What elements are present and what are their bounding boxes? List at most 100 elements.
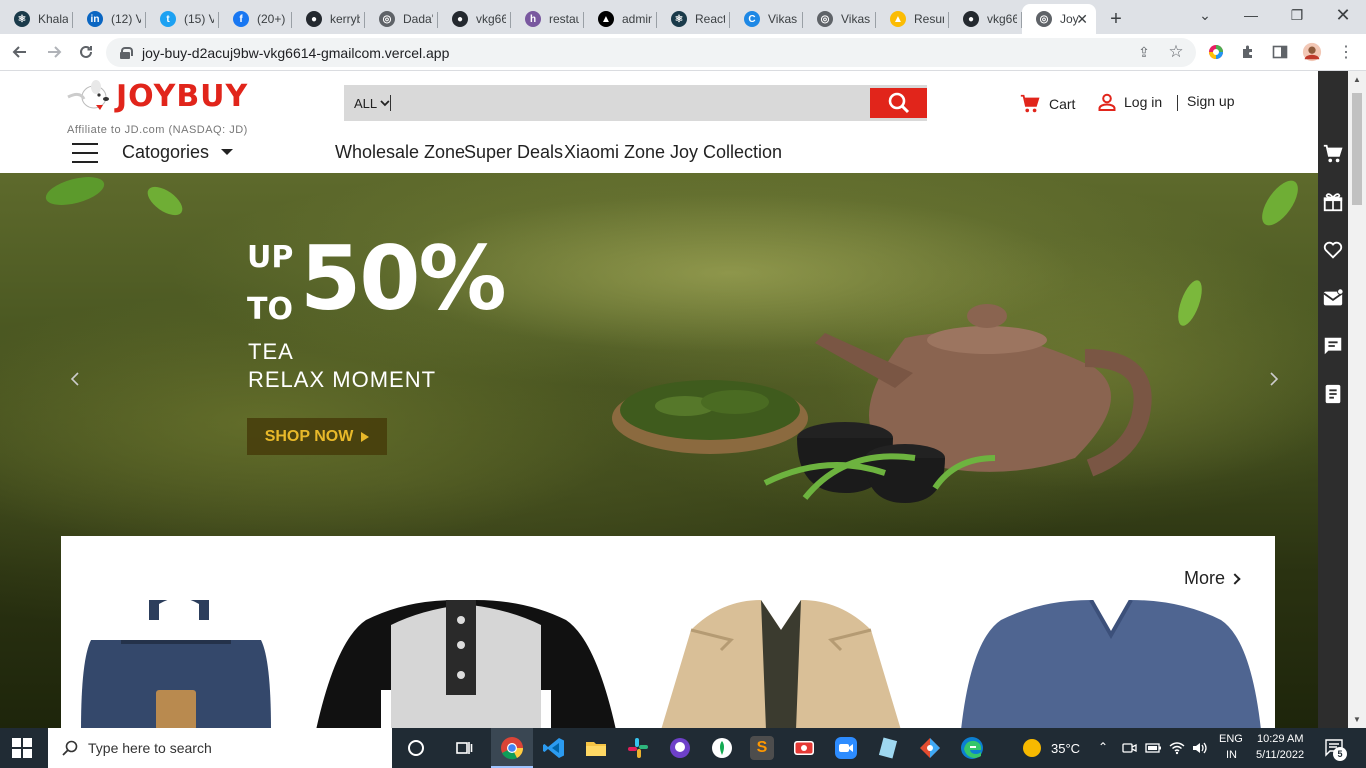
bookmark-star-icon[interactable]: ☆ — [1166, 42, 1186, 62]
meet-now-icon[interactable] — [1121, 740, 1137, 756]
side-panel-icon[interactable] — [1270, 42, 1290, 62]
signup-link[interactable]: Sign up — [1187, 93, 1234, 109]
heart-icon[interactable] — [1322, 239, 1344, 261]
document-icon[interactable] — [1322, 383, 1344, 405]
browser-tab[interactable]: ◎ Joy ✕ — [1022, 4, 1096, 34]
notification-center-icon[interactable]: 5 — [1324, 737, 1347, 761]
tab-title: Vikas — [768, 12, 798, 26]
page-scrollbar[interactable]: ▲ ▼ — [1348, 71, 1366, 728]
new-tab-button[interactable]: + — [1096, 4, 1136, 34]
nav-joy-collection[interactable]: Joy Collection — [670, 142, 782, 163]
carousel-prev-button[interactable] — [65, 369, 85, 389]
browser-tab[interactable]: ● vkg66 — [438, 4, 511, 34]
chrome-icon[interactable] — [500, 736, 524, 760]
search-category-select[interactable]: ALL — [344, 96, 390, 111]
language-primary[interactable]: ENG — [1219, 733, 1243, 745]
weather-temp[interactable]: 35°C — [1051, 741, 1080, 756]
tray-overflow-chevron-icon[interactable]: ⌃ — [1098, 740, 1108, 754]
browser-menu-icon[interactable]: ⋮ — [1336, 42, 1356, 62]
quick-access-sidebar — [1318, 71, 1348, 728]
product-vneck-shirt[interactable] — [961, 600, 1261, 728]
wifi-icon[interactable] — [1168, 740, 1186, 756]
minimize-button[interactable]: — — [1228, 0, 1274, 30]
scroll-down-arrow-icon[interactable]: ▼ — [1353, 715, 1361, 724]
extensions-puzzle-icon[interactable] — [1238, 42, 1258, 62]
tab-search-icon[interactable]: ⌄ — [1182, 0, 1228, 30]
product-jacket[interactable] — [661, 600, 901, 728]
forward-arrow-icon — [48, 46, 62, 58]
browser-tab[interactable]: ▲ admin — [584, 4, 657, 34]
search-button[interactable] — [870, 88, 927, 118]
edge-icon[interactable] — [960, 736, 984, 760]
zoom-icon[interactable] — [834, 736, 858, 760]
language-region[interactable]: IN — [1226, 749, 1237, 761]
category-nav: Catogories Wholesale Zone Super Deals Xi… — [0, 135, 1318, 173]
browser-tab[interactable]: ▲ Resum — [876, 4, 949, 34]
tab-close-icon[interactable]: ✕ — [1076, 11, 1088, 28]
browser-tab[interactable]: ◎ Dada's — [365, 4, 438, 34]
scroll-up-arrow-icon[interactable]: ▲ — [1353, 75, 1361, 84]
product-raglan-shirt[interactable] — [306, 600, 621, 728]
file-explorer-icon[interactable] — [584, 736, 608, 760]
weather-sun-icon[interactable] — [1022, 738, 1042, 758]
windows-start-icon[interactable] — [12, 738, 32, 758]
browser-tab[interactable]: ⚛ Khalar — [0, 4, 73, 34]
cart-icon[interactable] — [1322, 143, 1344, 165]
taskbar-search-box[interactable]: Type here to search — [48, 728, 392, 768]
categories-dropdown[interactable]: Catogories — [122, 142, 209, 163]
vscode-icon[interactable] — [542, 736, 566, 760]
back-button[interactable] — [8, 40, 32, 64]
cart-link[interactable]: Cart — [1019, 93, 1075, 115]
caret-down-icon[interactable] — [221, 149, 233, 155]
joy-dog-logo-icon — [67, 80, 109, 110]
reload-button[interactable] — [74, 40, 98, 64]
mongodb-compass-icon[interactable] — [710, 736, 734, 760]
share-icon[interactable]: ⇪ — [1134, 42, 1154, 62]
chat-icon[interactable] — [1322, 335, 1344, 357]
web-page: JOYBUY Affiliate to JD.com (NASDAQ: JD) … — [0, 71, 1318, 728]
nav-wholesale-zone[interactable]: Wholesale Zone — [335, 142, 465, 163]
search-input[interactable] — [390, 95, 870, 111]
profile-avatar[interactable] — [1302, 42, 1322, 62]
browser-tab-strip: ⚛ Khalar in (12) Vi t (15) Vi f (20+) ● kerryb ◎ Da… — [0, 0, 1366, 34]
product-backpack[interactable] — [71, 600, 281, 728]
browser-tab[interactable]: C Vikas — [730, 4, 803, 34]
cortana-icon[interactable] — [404, 736, 428, 760]
url-field[interactable]: joy-buy-d2acuj9bw-vkg6614-gmailcom.verce… — [106, 38, 1196, 67]
shop-now-button[interactable]: SHOP NOW — [247, 418, 387, 455]
github-desktop-icon[interactable] — [668, 736, 692, 760]
browser-tab[interactable]: ● kerryb — [292, 4, 365, 34]
browser-tab[interactable]: ⚛ React — [657, 4, 730, 34]
mail-icon[interactable] — [1322, 287, 1344, 309]
volume-icon[interactable] — [1191, 740, 1209, 756]
more-link[interactable]: More — [1184, 568, 1241, 589]
screen-recorder-icon[interactable] — [792, 736, 816, 760]
hamburger-menu-icon[interactable] — [72, 143, 98, 163]
task-view-icon[interactable] — [452, 736, 476, 760]
clock-time[interactable]: 10:29 AM — [1257, 733, 1303, 745]
slack-icon[interactable] — [626, 736, 650, 760]
git-icon[interactable] — [918, 736, 942, 760]
carousel-next-button[interactable] — [1264, 369, 1284, 389]
restore-button[interactable]: ❐ — [1274, 0, 1320, 30]
sublime-text-icon[interactable]: S — [750, 736, 774, 760]
notepad-icon[interactable] — [876, 736, 900, 760]
close-window-button[interactable]: ✕ — [1320, 0, 1366, 30]
browser-tab[interactable]: ● vkg66 — [949, 4, 1022, 34]
nav-xiaomi-zone[interactable]: Xiaomi Zone — [564, 142, 665, 163]
signup-label: Sign up — [1187, 93, 1235, 109]
tab-list: ⚛ Khalar in (12) Vi t (15) Vi f (20+) ● kerryb ◎ Da… — [0, 0, 1096, 34]
color-extension-icon[interactable] — [1206, 42, 1226, 62]
browser-tab[interactable]: t (15) Vi — [146, 4, 219, 34]
login-link[interactable]: Log in — [1098, 93, 1162, 111]
browser-tab[interactable]: ◎ Vikas — [803, 4, 876, 34]
gift-icon[interactable] — [1322, 191, 1344, 213]
battery-icon[interactable] — [1144, 740, 1162, 756]
browser-tab[interactable]: f (20+) — [219, 4, 292, 34]
clock-date[interactable]: 5/11/2022 — [1256, 749, 1304, 761]
scrollbar-thumb[interactable] — [1352, 93, 1362, 205]
browser-tab[interactable]: hrestau — [511, 4, 584, 34]
forward-button[interactable] — [42, 40, 66, 64]
nav-super-deals[interactable]: Super Deals — [464, 142, 563, 163]
browser-tab[interactable]: in (12) Vi — [73, 4, 146, 34]
